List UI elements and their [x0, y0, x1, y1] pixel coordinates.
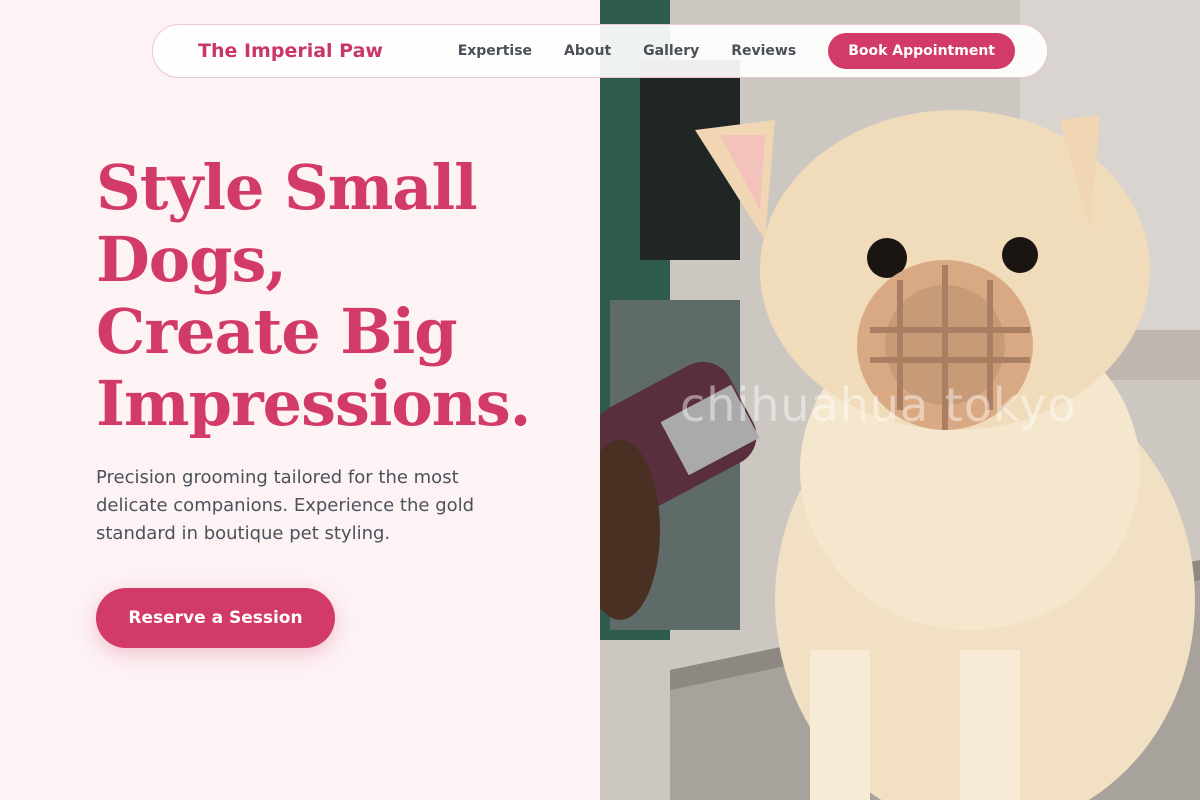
nav-link-gallery[interactable]: Gallery — [643, 43, 699, 59]
reserve-session-button[interactable]: Reserve a Session — [96, 588, 335, 648]
dog-photo: chihuahua tokyo — [600, 0, 1200, 800]
nav-link-expertise[interactable]: Expertise — [458, 43, 532, 59]
hero-title-line: Dogs, — [96, 223, 287, 296]
book-appointment-button[interactable]: Book Appointment — [828, 33, 1015, 69]
brand-logo[interactable]: The Imperial Paw — [198, 40, 383, 62]
nav-links: Expertise About Gallery Reviews Book App… — [458, 33, 1015, 69]
watermark: chihuahua tokyo — [680, 378, 1077, 432]
hero-title-line: Create Big — [96, 295, 458, 368]
hero-title-line: Impressions. — [96, 367, 531, 440]
hero-photo: chihuahua tokyo — [600, 0, 1200, 800]
navbar: The Imperial Paw Expertise About Gallery… — [152, 24, 1048, 78]
hero-title-line: Style Small — [96, 151, 478, 224]
nav-link-about[interactable]: About — [564, 43, 611, 59]
hero-description: Precision grooming tailored for the most… — [96, 467, 475, 544]
nav-link-reviews[interactable]: Reviews — [731, 43, 796, 59]
hero-title: Style Small Dogs, Create Big Impressions… — [96, 152, 576, 440]
